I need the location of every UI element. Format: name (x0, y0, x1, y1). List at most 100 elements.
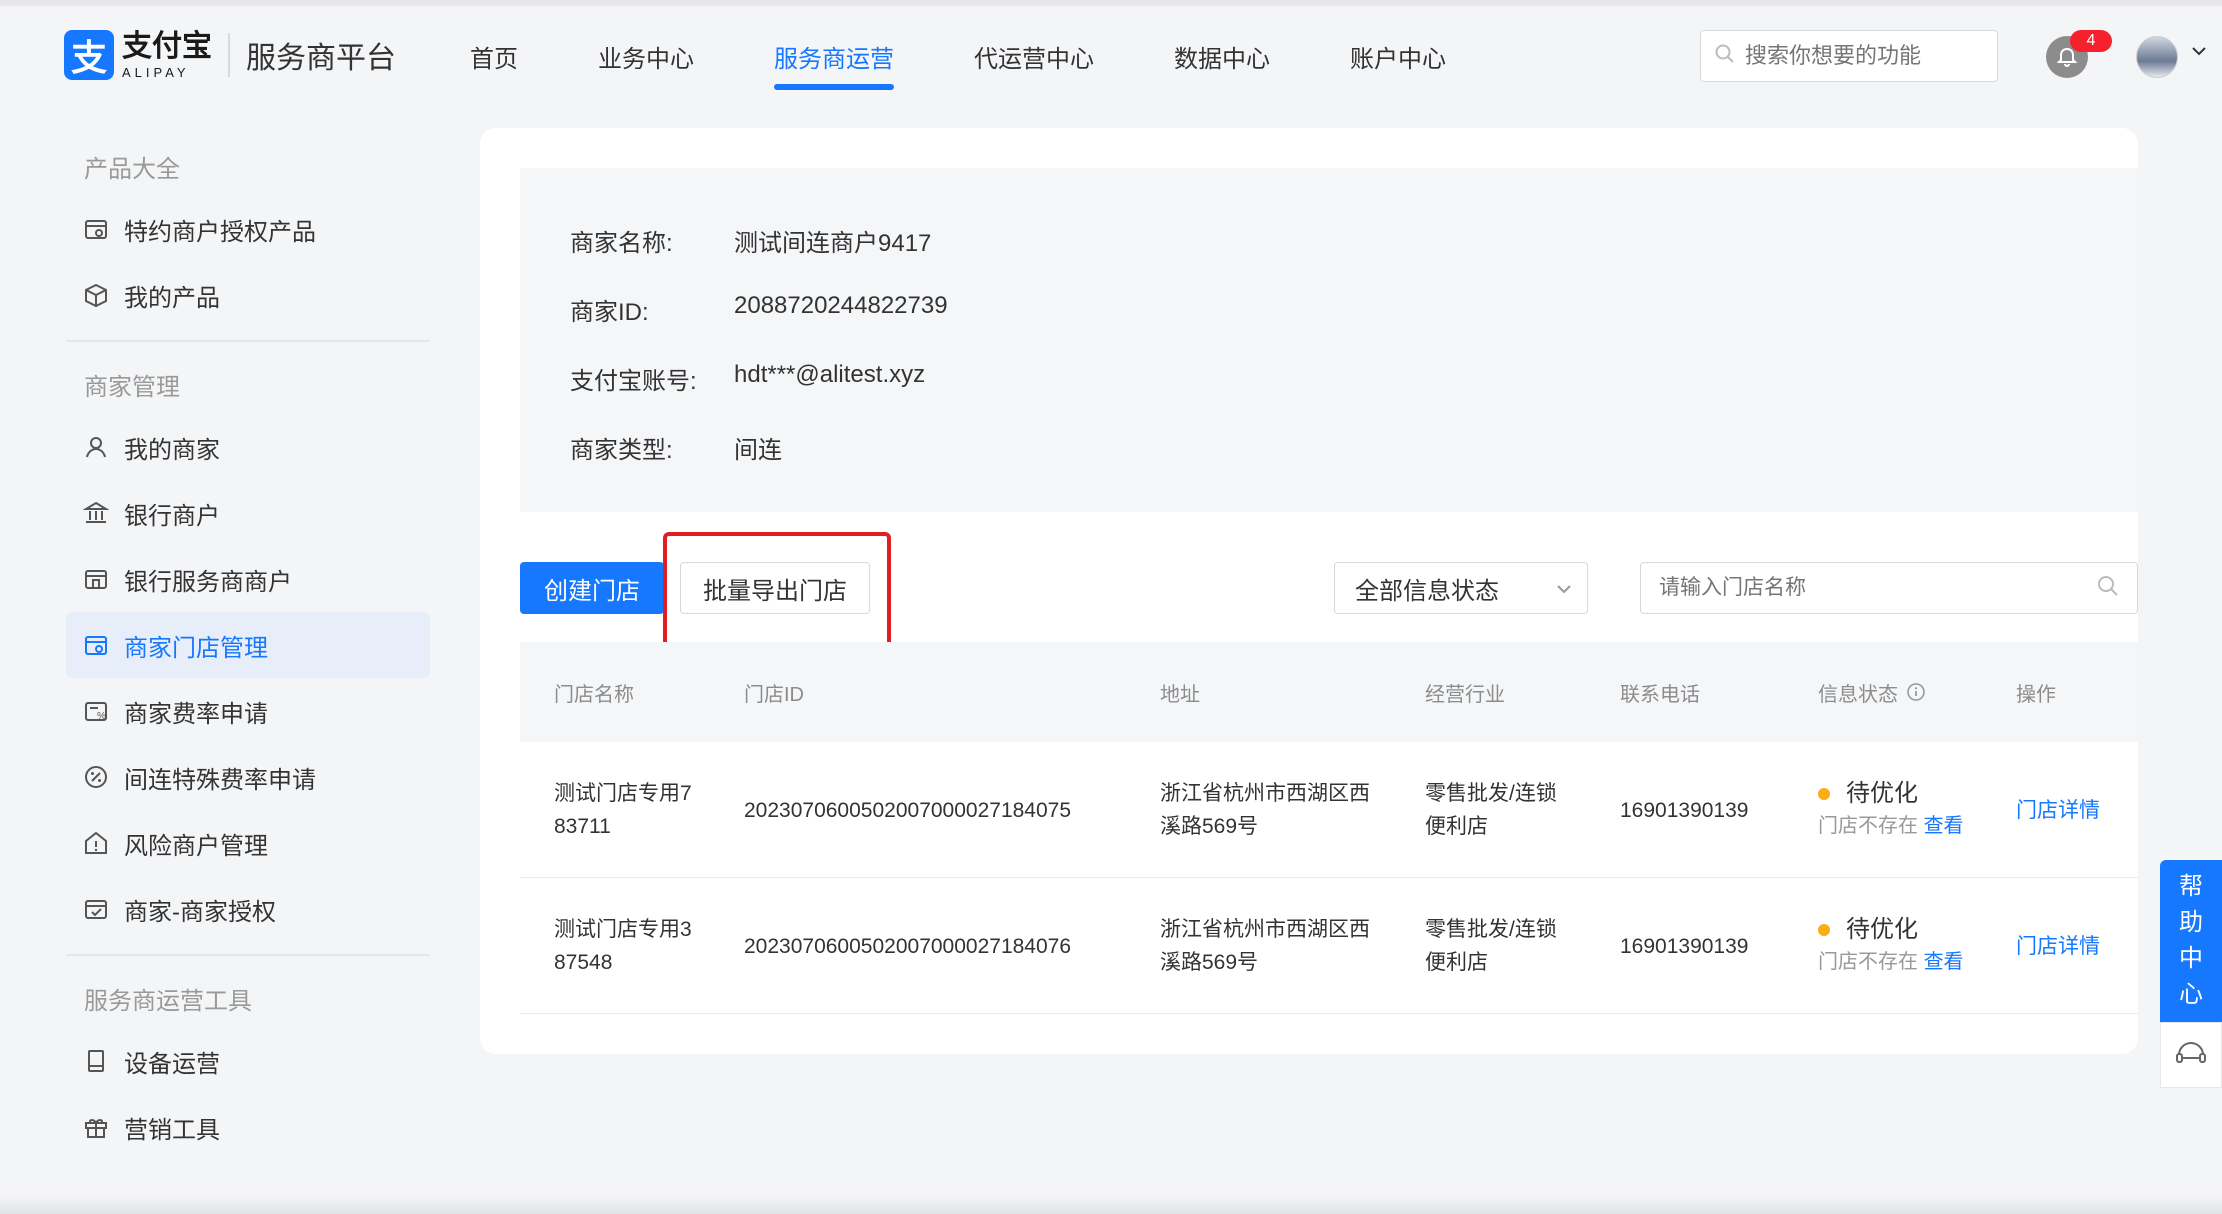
sidebar-divider (66, 340, 430, 342)
sidebar-item-label: 银行商户 (124, 502, 220, 530)
sidebar-item-label: 间连特殊费率申请 (124, 766, 316, 794)
status-note: 门店不存在 查看 (1818, 946, 1964, 979)
merchant-name-label: 商家名称: (570, 230, 673, 257)
nav-business-center[interactable]: 业务中心 (598, 0, 694, 112)
percent-circle-icon (82, 763, 110, 791)
industry-line: 便利店 (1425, 815, 1488, 838)
sidebar-item-marketing-tools[interactable]: 营销工具 (66, 1094, 430, 1160)
main-nav: 首页 业务中心 服务商运营 代运营中心 数据中心 账户中心 (470, 0, 1526, 112)
store-auth-icon (82, 215, 110, 243)
search-icon[interactable] (2097, 575, 2119, 602)
store-name-line: 83711 (554, 815, 611, 838)
nav-home[interactable]: 首页 (470, 0, 518, 112)
status-text: 待优化 (1846, 780, 1918, 807)
authorization-icon (82, 895, 110, 923)
sidebar-group-title: 产品大全 (84, 155, 180, 183)
table-row: 测试门店专用3 87548 20230706005020070000271840… (520, 878, 2138, 1014)
merchant-account-row: 支付宝账号: hdt***@alitest.xyz (570, 361, 925, 396)
status-cell: 待优化 门店不存在 查看 (1818, 742, 1964, 878)
address-cell: 浙江省杭州市西湖区西 溪路569号 (1160, 878, 1370, 1014)
address-line: 浙江省杭州市西湖区西 (1160, 782, 1370, 805)
platform-title: 服务商平台 (246, 42, 396, 75)
status-filter-value: 全部信息状态 (1355, 577, 1499, 605)
merchant-type-label: 商家类型: (570, 437, 673, 464)
create-store-button[interactable]: 创建门店 (520, 562, 664, 614)
nav-agency-center[interactable]: 代运营中心 (974, 0, 1094, 112)
address-line: 溪路569号 (1160, 951, 1259, 974)
bank-icon (82, 499, 110, 527)
store-name-cell: 测试门店专用3 87548 (554, 878, 692, 1014)
user-avatar[interactable] (2136, 36, 2178, 78)
col-header-address: 地址 (1160, 683, 1200, 706)
sidebar-item-my-merchants[interactable]: 我的商家 (66, 414, 430, 480)
sidebar-group-title: 商家管理 (84, 373, 180, 401)
global-search[interactable] (1700, 30, 1998, 82)
merchant-type-row: 商家类型: 间连 (570, 430, 782, 465)
sidebar-item-risk-merchants[interactable]: 风险商户管理 (66, 810, 430, 876)
sidebar-divider (66, 954, 430, 956)
sidebar-item-label: 商家费率申请 (124, 700, 268, 728)
rate-doc-icon: % (82, 697, 110, 725)
sidebar-item-store-management[interactable]: 商家门店管理 (66, 612, 430, 678)
status-badge: 待优化 (1818, 777, 1964, 810)
help-char: 心 (2179, 981, 2203, 1008)
sidebar-item-special-merchant-products[interactable]: 特约商户授权产品 (66, 196, 430, 262)
svg-text:%: % (97, 711, 106, 722)
sidebar-item-bank-merchants[interactable]: 银行商户 (66, 480, 430, 546)
view-status-link[interactable]: 查看 (1924, 815, 1964, 837)
gift-icon (82, 1113, 110, 1141)
sidebar-item-rate-application[interactable]: % 商家费率申请 (66, 678, 430, 744)
search-icon (1715, 44, 1735, 69)
store-settings-icon (82, 631, 110, 659)
batch-export-stores-button[interactable]: 批量导出门店 (680, 562, 870, 614)
merchant-id-value: 2088720244822739 (734, 292, 948, 319)
store-detail-link[interactable]: 门店详情 (2016, 742, 2100, 878)
sidebar-item-label: 设备运营 (124, 1050, 220, 1078)
table-header: 门店名称 门店ID 地址 经营行业 联系电话 信息状态 操作 (520, 642, 2138, 742)
industry-line: 零售批发/连锁 (1425, 918, 1557, 941)
industry-cell: 零售批发/连锁 便利店 (1425, 742, 1557, 878)
nav-account-center[interactable]: 账户中心 (1350, 0, 1446, 112)
store-name-search[interactable] (1640, 562, 2138, 614)
main-card: 商家名称: 测试间连商户9417 商家ID: 2088720244822739 … (480, 128, 2138, 1054)
sidebar-item-merchant-authorization[interactable]: 商家-商家授权 (66, 876, 430, 942)
address-cell: 浙江省杭州市西湖区西 溪路569号 (1160, 742, 1370, 878)
sidebar-item-label: 风险商户管理 (124, 832, 268, 860)
info-icon[interactable] (1906, 682, 1926, 702)
store-table: 门店名称 门店ID 地址 经营行业 联系电话 信息状态 操作 测试门店专用7 8… (520, 642, 2138, 1014)
status-note: 门店不存在 查看 (1818, 810, 1964, 843)
sidebar: 产品大全 特约商户授权产品 我的产品 商家管理 我的商家 银行商户 银行服务商商… (66, 136, 430, 1160)
device-icon (82, 1047, 110, 1075)
merchant-info-panel: 商家名称: 测试间连商户9417 商家ID: 2088720244822739 … (520, 168, 2138, 512)
view-status-link[interactable]: 查看 (1924, 951, 1964, 973)
alipay-logo[interactable]: 支 支付宝 ALIPAY 服务商平台 (64, 30, 396, 80)
sidebar-item-bank-provider-merchants[interactable]: 银行服务商商户 (66, 546, 430, 612)
status-header-label: 信息状态 (1818, 683, 1898, 706)
nav-data-center[interactable]: 数据中心 (1174, 0, 1270, 112)
chevron-down-icon (1555, 574, 1573, 602)
sidebar-group-title: 服务商运营工具 (84, 987, 252, 1015)
industry-line: 便利店 (1425, 951, 1488, 974)
sidebar-item-label: 银行服务商商户 (124, 568, 292, 596)
sidebar-item-device-operation[interactable]: 设备运营 (66, 1028, 430, 1094)
sidebar-item-label: 我的产品 (124, 284, 220, 312)
help-center-button[interactable]: 帮 助 中 心 (2160, 860, 2222, 1022)
sidebar-item-special-rate-application[interactable]: 间连特殊费率申请 (66, 744, 430, 810)
customer-service-button[interactable] (2160, 1022, 2222, 1088)
help-char: 助 (2179, 909, 2203, 936)
nav-provider-operation[interactable]: 服务商运营 (774, 0, 894, 112)
store-name-search-input[interactable] (1659, 576, 2079, 600)
merchant-type-value: 间连 (734, 437, 782, 464)
col-header-store-name: 门店名称 (554, 683, 634, 706)
store-detail-link[interactable]: 门店详情 (2016, 878, 2100, 1014)
sidebar-item-label: 营销工具 (124, 1116, 220, 1144)
col-header-store-id: 门店ID (744, 683, 804, 706)
global-search-input[interactable] (1745, 43, 1985, 69)
risk-house-icon (82, 829, 110, 857)
sidebar-item-my-products[interactable]: 我的产品 (66, 262, 430, 328)
status-filter-select[interactable]: 全部信息状态 (1334, 562, 1588, 614)
sidebar-item-label: 商家-商家授权 (124, 898, 276, 926)
status-note-text: 门店不存在 (1818, 815, 1918, 837)
chevron-down-icon[interactable] (2190, 44, 2208, 63)
logo-cn-text: 支付宝 (122, 29, 212, 63)
